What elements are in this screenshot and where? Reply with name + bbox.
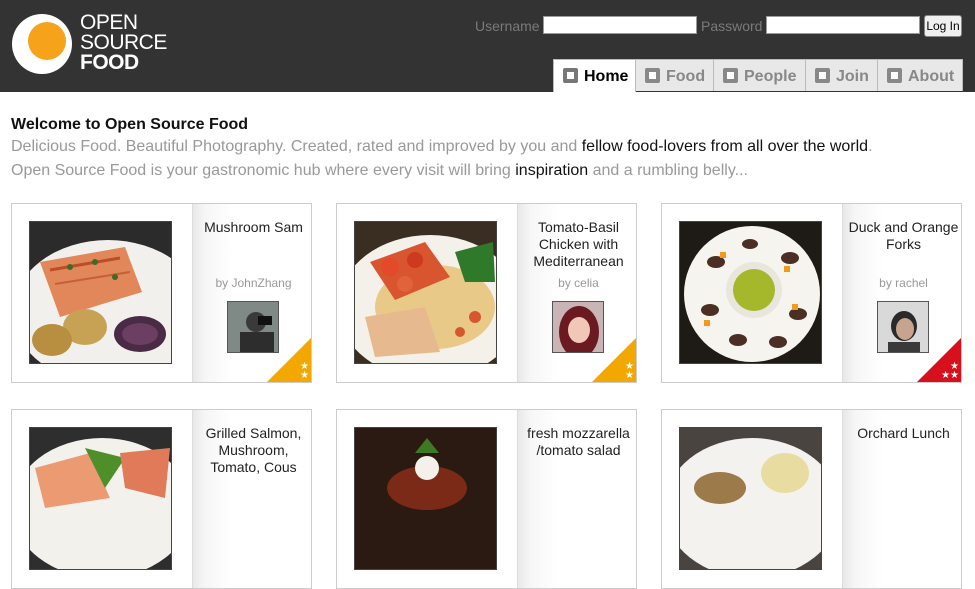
rating-stars: ★ ★ [300, 361, 309, 381]
password-input[interactable] [766, 16, 920, 34]
food-photo[interactable] [354, 221, 497, 364]
username-input[interactable] [543, 16, 697, 34]
people-icon [723, 68, 738, 83]
food-photo[interactable] [29, 221, 172, 364]
home-icon [563, 68, 578, 83]
food-photo[interactable] [354, 427, 497, 570]
inspiration-link[interactable]: inspiration [515, 162, 588, 179]
recipe-title[interactable]: Duck and Orange Forks [843, 219, 961, 253]
card-info: Orchard Lunch [842, 410, 961, 588]
recipe-title[interactable]: Mushroom Sam [193, 219, 311, 236]
recipe-card[interactable]: Duck and Orange Forks by rachel ★ ★★ [661, 203, 962, 383]
recipe-title[interactable]: Tomato-Basil Chicken with Mediterranean [518, 219, 636, 270]
tab-label: Food [666, 68, 706, 85]
card-info: Mushroom Sam by JohnZhang ★ ★ [192, 204, 311, 382]
welcome-line-1: Delicious Food. Beautiful Photography. C… [11, 135, 961, 159]
food-list-icon [645, 68, 660, 83]
recipe-card[interactable]: fresh mozzarella /tomato salad [336, 409, 637, 589]
welcome-text: . [868, 138, 873, 155]
recipe-card[interactable]: Grilled Salmon, Mushroom, Tomato, Cous [11, 409, 312, 589]
recipe-card[interactable]: Tomato-Basil Chicken with Mediterranean … [336, 203, 637, 383]
welcome-line-2: Open Source Food is your gastronomic hub… [11, 159, 961, 183]
fellow-food-lovers-link[interactable]: fellow food-lovers from all over the wor… [582, 138, 868, 155]
card-info: fresh mozzarella /tomato salad [517, 410, 636, 588]
card-info: Tomato-Basil Chicken with Mediterranean … [517, 204, 636, 382]
recipe-title[interactable]: Grilled Salmon, Mushroom, Tomato, Cous [193, 425, 311, 476]
food-photo[interactable] [679, 221, 822, 364]
rating-stars: ★ ★ [625, 361, 634, 381]
logo-line-source: SOURCE [80, 31, 167, 54]
site-logo-text[interactable]: OPEN SOURCE FOOD [80, 11, 167, 74]
tab-home[interactable]: Home [553, 59, 636, 92]
checkbox-icon [815, 68, 830, 83]
tab-people[interactable]: People [713, 59, 806, 91]
tab-label: Home [584, 68, 629, 85]
logo-line-open: OPEN [80, 11, 138, 34]
recipe-title[interactable]: fresh mozzarella /tomato salad [518, 425, 636, 459]
question-icon [887, 68, 902, 83]
tab-label: Join [836, 68, 869, 85]
welcome-text: Open Source Food is your gastronomic hub… [11, 162, 516, 179]
welcome-text: Delicious Food. Beautiful Photography. C… [11, 138, 582, 155]
tab-join[interactable]: Join [805, 59, 878, 91]
welcome-title: Welcome to Open Source Food [11, 116, 249, 133]
tab-food[interactable]: Food [635, 59, 714, 91]
password-label: Password [701, 18, 763, 34]
logo-line-food: FOOD [80, 51, 139, 74]
recipe-author[interactable]: by rachel [843, 276, 961, 290]
egg-logo-icon[interactable] [12, 14, 72, 74]
welcome-section: Welcome to Open Source Food Delicious Fo… [11, 115, 961, 183]
site-header: OPEN SOURCE FOOD Username Password Log I… [0, 0, 975, 92]
recipe-author[interactable]: by JohnZhang [193, 276, 311, 290]
recipe-title[interactable]: Orchard Lunch [843, 425, 961, 442]
tab-label: About [908, 68, 955, 85]
recipe-author[interactable]: by celia [518, 276, 636, 290]
welcome-text: and a rumbling belly... [588, 162, 748, 179]
rating-stars: ★ ★★ [941, 361, 959, 381]
recipe-card[interactable]: Orchard Lunch [661, 409, 962, 589]
recipe-card[interactable]: Mushroom Sam by JohnZhang ★ ★ [11, 203, 312, 383]
card-info: Grilled Salmon, Mushroom, Tomato, Cous [192, 410, 311, 588]
food-photo[interactable] [679, 427, 822, 570]
login-button[interactable]: Log In [924, 15, 962, 37]
username-label: Username [475, 18, 540, 34]
card-info: Duck and Orange Forks by rachel ★ ★★ [842, 204, 961, 382]
tab-about[interactable]: About [877, 59, 963, 91]
food-photo[interactable] [29, 427, 172, 570]
tab-label: People [744, 68, 797, 85]
